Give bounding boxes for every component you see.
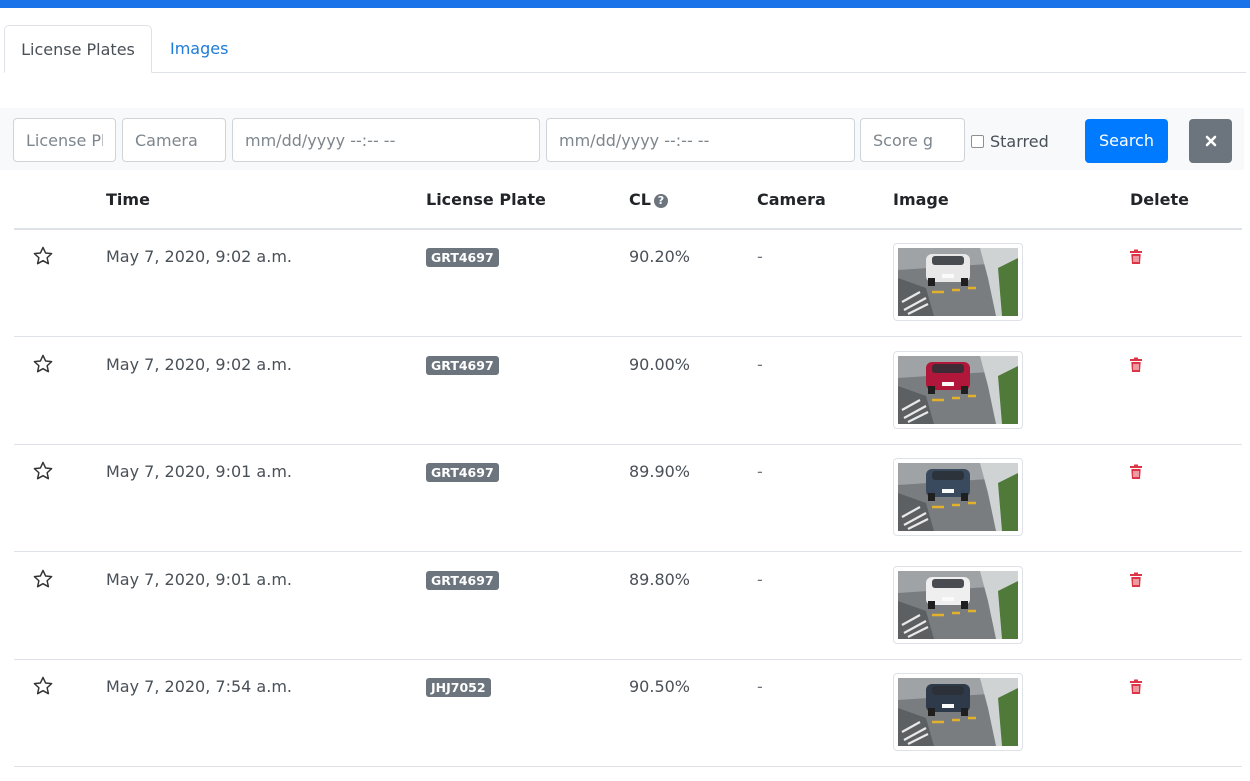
camera-cell: - bbox=[757, 569, 763, 589]
tab-license-plates[interactable]: License Plates bbox=[4, 25, 152, 73]
time-cell: May 7, 2020, 7:54 a.m. bbox=[106, 677, 292, 696]
license-plate-badge: JHJ7052 bbox=[426, 678, 491, 697]
filter-bar: Starred Search bbox=[0, 108, 1244, 170]
trash-icon[interactable] bbox=[1129, 357, 1143, 373]
starred-label: Starred bbox=[990, 131, 1049, 151]
cl-cell: 89.80% bbox=[629, 569, 691, 589]
column-header-cl[interactable]: CL? bbox=[629, 190, 668, 209]
time-cell: May 7, 2020, 9:02 a.m. bbox=[106, 354, 292, 374]
table-header: Time License Plate CL? Camera Image Dele… bbox=[14, 170, 1242, 230]
camera-cell: - bbox=[757, 462, 763, 481]
table-row: May 7, 2020, 9:02 a.m. GRT4697 90.00% - bbox=[14, 337, 1242, 445]
column-header-camera[interactable]: Camera bbox=[757, 190, 826, 209]
vehicle-image bbox=[898, 355, 1018, 424]
star-icon[interactable] bbox=[32, 460, 54, 482]
star-icon[interactable] bbox=[32, 675, 54, 697]
column-header-delete: Delete bbox=[1130, 190, 1189, 209]
license-plate-badge: GRT4697 bbox=[426, 570, 499, 590]
time-cell: May 7, 2020, 9:01 a.m. bbox=[106, 569, 292, 589]
start-datetime-input[interactable] bbox=[232, 118, 540, 162]
trash-icon[interactable] bbox=[1129, 572, 1143, 588]
table-row: May 7, 2020, 9:01 a.m. GRT4697 89.80% - bbox=[14, 552, 1242, 660]
end-datetime-input[interactable] bbox=[546, 118, 855, 162]
cl-cell: 90.20% bbox=[629, 247, 691, 266]
star-icon[interactable] bbox=[32, 245, 54, 267]
cl-cell: 89.90% bbox=[629, 462, 691, 481]
vehicle-thumbnail[interactable] bbox=[893, 565, 1023, 644]
time-cell: May 7, 2020, 9:01 a.m. bbox=[106, 462, 292, 481]
tab-bar: License Plates Images bbox=[4, 25, 1246, 73]
vehicle-thumbnail[interactable] bbox=[893, 673, 1023, 751]
top-accent-bar bbox=[0, 0, 1250, 8]
column-header-image: Image bbox=[893, 190, 949, 209]
column-header-time[interactable]: Time bbox=[106, 190, 150, 209]
vehicle-thumbnail[interactable] bbox=[893, 243, 1023, 321]
table-row: May 7, 2020, 7:54 a.m. JHJ7052 90.50% - bbox=[14, 659, 1242, 767]
camera-cell: - bbox=[757, 247, 763, 266]
camera-cell: - bbox=[757, 677, 763, 696]
camera-input[interactable] bbox=[122, 118, 226, 162]
license-plate-badge: GRT4697 bbox=[426, 355, 499, 375]
license-plate-badge: GRT4697 bbox=[426, 463, 499, 482]
vehicle-image bbox=[898, 678, 1018, 746]
cl-cell: 90.50% bbox=[629, 677, 691, 696]
camera-cell: - bbox=[757, 354, 763, 374]
trash-icon[interactable] bbox=[1129, 679, 1143, 695]
license-plate-input[interactable] bbox=[13, 118, 116, 162]
starred-filter[interactable]: Starred bbox=[971, 130, 1049, 152]
vehicle-thumbnail[interactable] bbox=[893, 350, 1023, 429]
search-button[interactable]: Search bbox=[1085, 119, 1168, 163]
question-circle-icon[interactable]: ? bbox=[653, 194, 668, 208]
vehicle-image bbox=[898, 570, 1018, 639]
time-cell: May 7, 2020, 9:02 a.m. bbox=[106, 247, 292, 266]
clear-button[interactable] bbox=[1189, 119, 1232, 163]
tab-images[interactable]: Images bbox=[170, 25, 228, 72]
times-icon bbox=[1205, 135, 1216, 147]
vehicle-image bbox=[898, 463, 1018, 531]
license-plate-badge: GRT4697 bbox=[426, 248, 499, 267]
cl-cell: 90.00% bbox=[629, 354, 691, 374]
table-row: May 7, 2020, 9:02 a.m. GRT4697 90.20% - bbox=[14, 229, 1242, 337]
starred-checkbox[interactable] bbox=[971, 134, 984, 148]
star-icon[interactable] bbox=[32, 353, 54, 375]
vehicle-image bbox=[898, 248, 1018, 316]
trash-icon[interactable] bbox=[1129, 464, 1143, 480]
cl-label: CL bbox=[629, 190, 651, 209]
column-header-license-plate[interactable]: License Plate bbox=[426, 190, 546, 209]
score-input[interactable] bbox=[860, 118, 965, 162]
star-icon[interactable] bbox=[32, 568, 54, 590]
trash-icon[interactable] bbox=[1129, 249, 1143, 265]
vehicle-thumbnail[interactable] bbox=[893, 458, 1023, 536]
table-row: May 7, 2020, 9:01 a.m. GRT4697 89.90% - bbox=[14, 444, 1242, 552]
